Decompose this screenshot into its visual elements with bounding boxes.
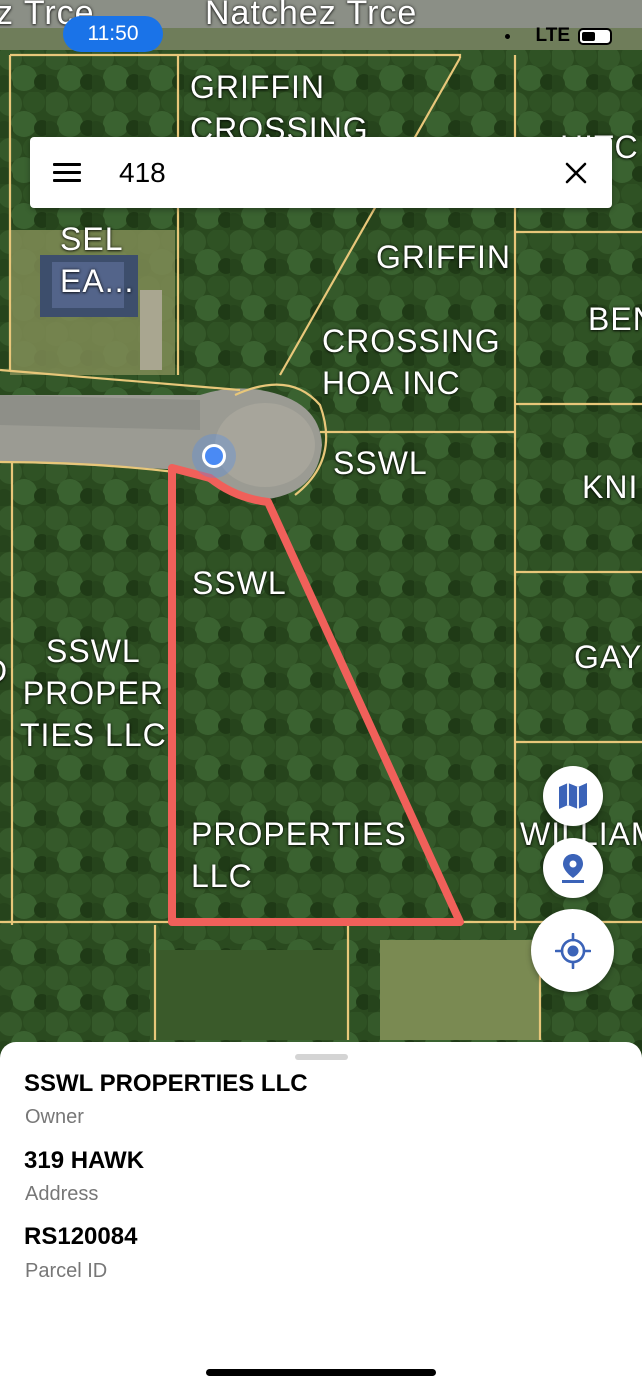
signal-icon (504, 33, 510, 39)
battery-icon (578, 27, 612, 45)
my-location-icon (554, 932, 591, 969)
map-layers-icon (559, 783, 587, 809)
parcel-label[interactable]: SEL EA... (60, 218, 134, 302)
map-layers-button[interactable] (543, 766, 603, 826)
parcel-label[interactable]: BEN (588, 298, 642, 340)
owner-label: Owner (25, 1106, 84, 1128)
search-input[interactable] (117, 155, 521, 190)
my-location-button[interactable] (531, 909, 614, 992)
address-value: 319 HAWK (24, 1147, 145, 1174)
address-label: Address (25, 1183, 99, 1205)
road-label: Natchez Trce (205, 0, 418, 32)
status-time: 11:50 (63, 16, 163, 52)
search-bar (30, 137, 612, 208)
location-pin-button[interactable] (543, 838, 603, 898)
status-indicators: LTE (504, 25, 612, 47)
parcel-label[interactable]: D (0, 650, 8, 692)
network-label: LTE (535, 25, 570, 46)
parcel-label[interactable]: SSWL (192, 562, 287, 604)
parcel-label[interactable]: SSWL PROPER TIES LLC (20, 630, 167, 756)
close-icon[interactable] (564, 161, 588, 185)
parcel-label[interactable]: CROSSING HOA INC (322, 320, 501, 404)
parcel-label[interactable]: SSWL (333, 442, 428, 484)
parcel-label[interactable]: PROPERTIES LLC (191, 813, 407, 897)
owner-value: SSWL PROPERTIES LLC (24, 1070, 308, 1097)
parcel-id-value: RS120084 (24, 1223, 138, 1250)
home-indicator[interactable] (206, 1369, 436, 1376)
hamburger-menu-icon[interactable] (53, 162, 81, 183)
drag-handle[interactable] (295, 1054, 348, 1060)
parcel-id-label: Parcel ID (25, 1260, 108, 1282)
location-pin-icon (562, 854, 584, 883)
parcel-label[interactable]: KNI (582, 466, 638, 508)
parcel-label[interactable]: GRIFFIN (376, 236, 511, 278)
parcel-info-sheet[interactable]: SSWL PROPERTIES LLC Owner 319 HAWK Addre… (0, 1042, 642, 1389)
parcel-label[interactable]: GAY (574, 636, 642, 678)
